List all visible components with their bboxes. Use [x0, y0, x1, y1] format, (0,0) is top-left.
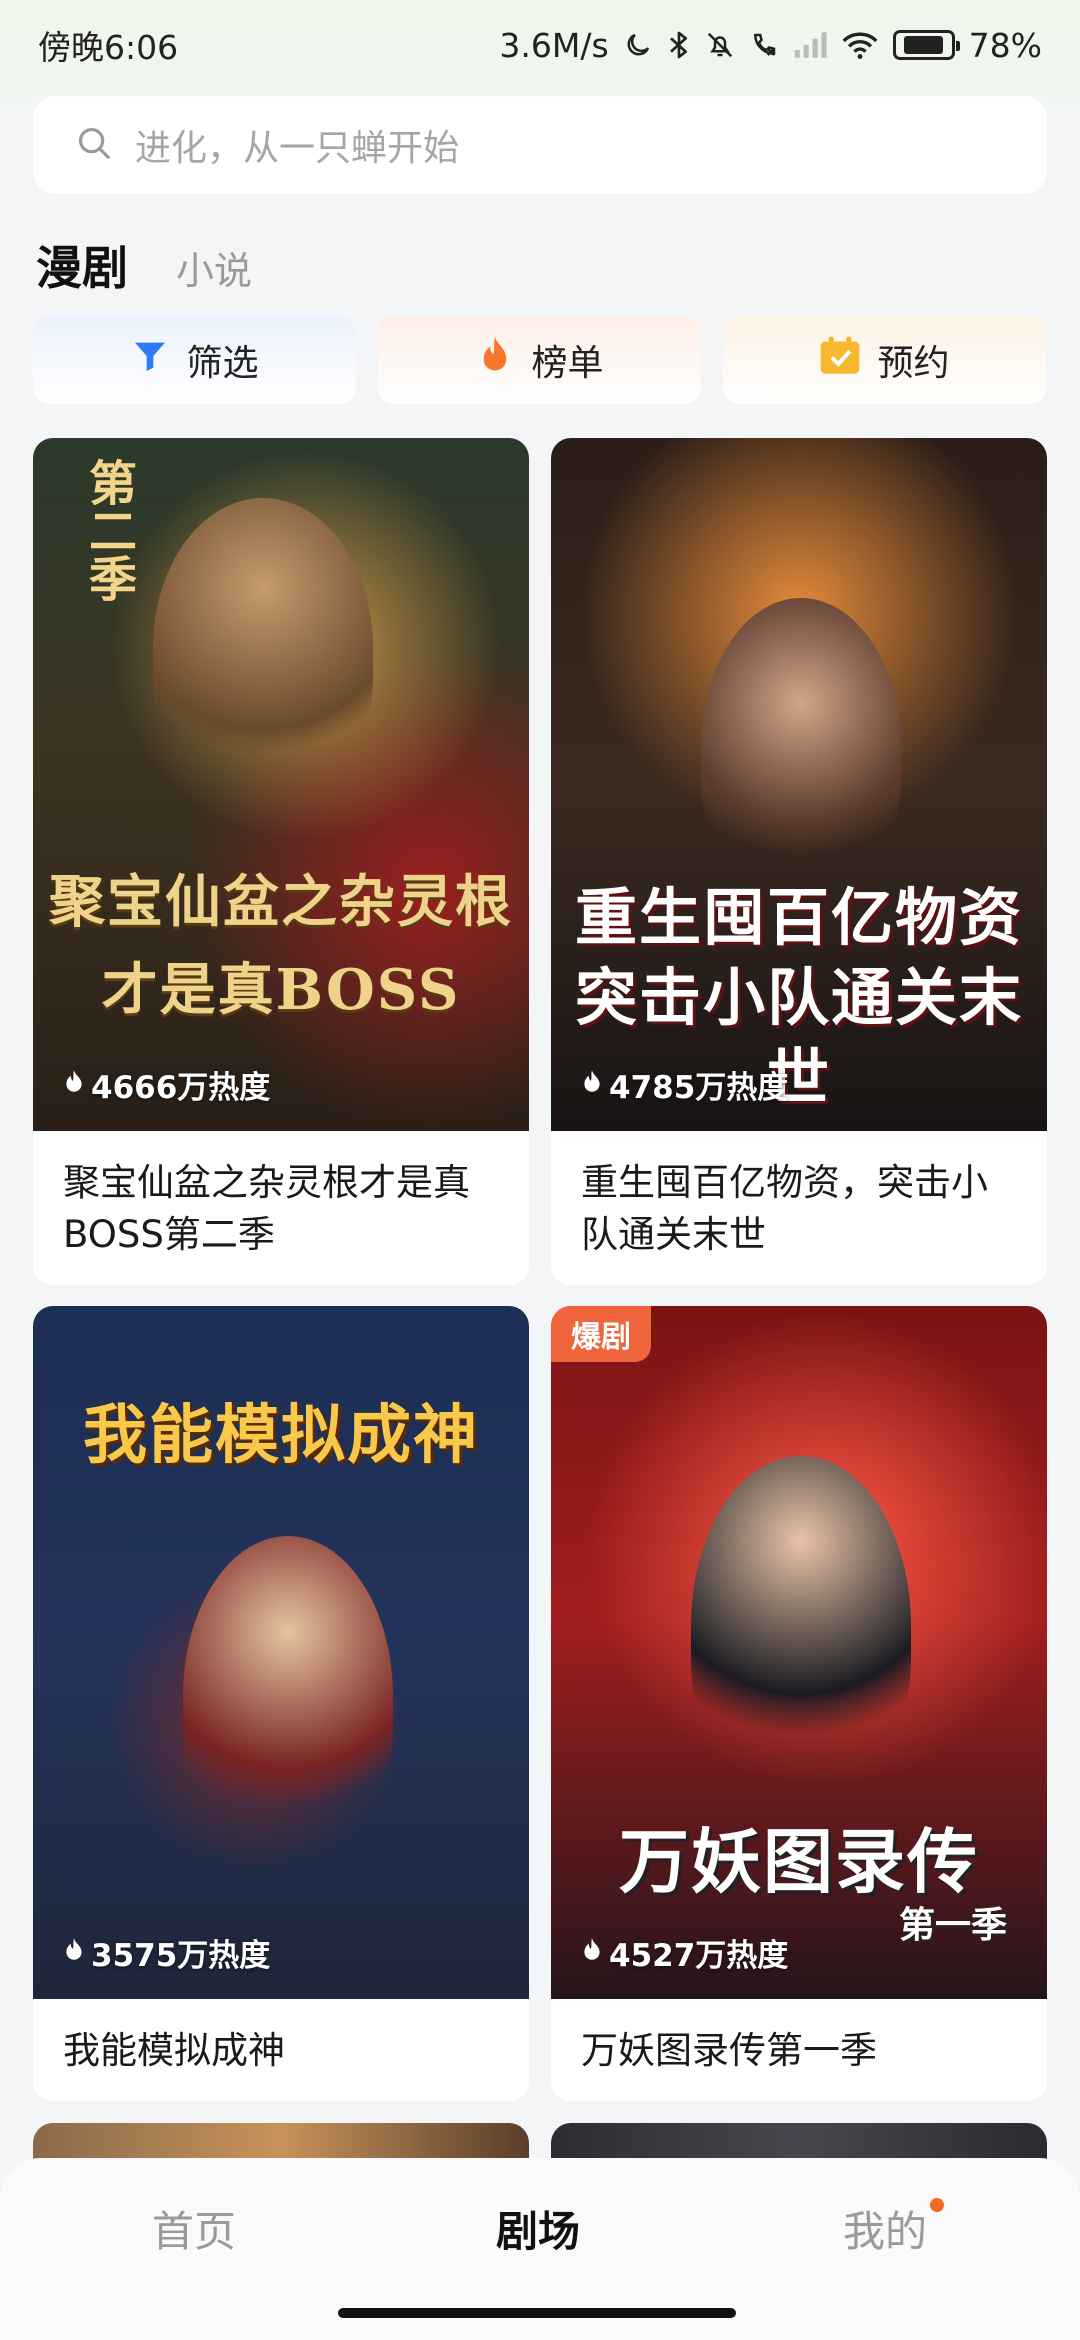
poster-character [701, 598, 901, 898]
poster-title-line1: 重生囤百亿物资 [574, 881, 1023, 954]
heat-icon [581, 1935, 603, 1971]
filter-button[interactable]: 筛选 [33, 316, 356, 404]
heat-icon [581, 1067, 603, 1103]
poster-character [691, 1456, 911, 1796]
drama-poster: 我能模拟成神 3575万热度 [33, 1306, 529, 1999]
drama-poster: 第二季 聚宝仙盆之杂灵根才是真BOSS 4666万热度 [33, 438, 529, 1131]
heat-icon [63, 1935, 85, 1971]
drama-card[interactable]: 我能模拟成神 3575万热度 我能模拟成神 [33, 1306, 529, 2101]
search-icon [75, 124, 113, 166]
ranking-label: 榜单 [531, 343, 604, 384]
poster-season: 第二季 [80, 458, 136, 602]
drama-title: 聚宝仙盆之杂灵根才是真BOSS第二季 [63, 1161, 470, 1256]
drama-poster: 重生囤百亿物资 突击小队通关末世 4785万热度 [551, 438, 1047, 1131]
status-time: 傍晚6:06 [38, 28, 179, 67]
status-bar: 傍晚6:06 3.6M/s 78% [0, 0, 1080, 90]
nav-mine[interactable]: 我的 [843, 2198, 927, 2259]
heat-value: 4666万热度 [91, 1070, 271, 1106]
heat-icon [63, 1067, 85, 1103]
drama-card[interactable]: 爆剧 万妖图录传 第一季 4527万热度 万妖图录传第一季 [551, 1306, 1047, 2101]
drama-card[interactable]: 重生囤百亿物资 突击小队通关末世 4785万热度 重生囤百亿物资，突击小队通关末… [551, 438, 1047, 1285]
notification-dot [930, 2198, 944, 2212]
reservation-label: 预约 [877, 343, 950, 384]
battery-icon [892, 30, 960, 60]
heat-value: 3575万热度 [91, 1938, 271, 1974]
drama-card[interactable]: 第二季 聚宝仙盆之杂灵根才是真BOSS 4666万热度 聚宝仙盆之杂灵根才是真B… [33, 438, 529, 1285]
wifi-icon [841, 30, 879, 60]
reservation-button[interactable]: 预约 [723, 316, 1046, 404]
filter-icon [130, 336, 170, 385]
poster-title: 万妖图录传 [619, 1820, 979, 1903]
poster-title: 我能模拟成神 [83, 1399, 479, 1473]
tab-novel[interactable]: 小说 [176, 240, 252, 295]
content-tabs: 漫剧 小说 [36, 232, 252, 298]
flame-icon [475, 335, 515, 386]
calendar-check-icon [819, 336, 861, 385]
heat-count: 4527万热度 [581, 1930, 788, 1975]
filter-label: 筛选 [186, 343, 259, 384]
poster-character [183, 1536, 393, 1856]
poster-subtitle: 第一季 [898, 1905, 1007, 1946]
home-indicator[interactable] [338, 2308, 736, 2318]
ranking-button[interactable]: 榜单 [378, 316, 701, 404]
drama-title: 重生囤百亿物资，突击小队通关末世 [581, 1161, 988, 1256]
tab-comic-drama[interactable]: 漫剧 [36, 232, 128, 298]
drama-poster: 爆剧 万妖图录传 第一季 4527万热度 [551, 1306, 1047, 1999]
drama-title: 万妖图录传第一季 [581, 2029, 877, 2072]
theater-screen: 傍晚6:06 3.6M/s 78% 进化，从一只蝉开始 漫剧 小说 筛选 榜单 … [0, 0, 1080, 2340]
bell-muted-icon [705, 30, 735, 60]
heat-value: 4785万热度 [609, 1070, 789, 1106]
nav-theater[interactable]: 剧场 [496, 2198, 580, 2259]
drama-title: 我能模拟成神 [63, 2029, 285, 2072]
search-bar[interactable]: 进化，从一只蝉开始 [33, 96, 1047, 194]
heat-count: 3575万热度 [63, 1930, 270, 1975]
battery-percent: 78% [968, 25, 1042, 65]
call-blocked-icon [749, 30, 779, 60]
poster-character [153, 498, 373, 798]
nav-home[interactable]: 首页 [152, 2198, 236, 2259]
bluetooth-icon [667, 29, 691, 61]
cellular-signal-icon [793, 31, 827, 59]
quick-actions: 筛选 榜单 预约 [33, 316, 1046, 404]
hot-badge: 爆剧 [551, 1306, 651, 1362]
search-placeholder: 进化，从一只蝉开始 [135, 128, 460, 169]
battery-fill [904, 36, 944, 54]
poster-title: 聚宝仙盆之杂灵根才是真BOSS [49, 869, 513, 1023]
heat-value: 4527万热度 [609, 1938, 789, 1974]
network-speed: 3.6M/s [499, 25, 609, 65]
heat-count: 4785万热度 [581, 1062, 788, 1107]
heat-count: 4666万热度 [63, 1062, 270, 1107]
moon-icon [623, 30, 653, 60]
status-icons: 3.6M/s 78% [499, 26, 1042, 65]
